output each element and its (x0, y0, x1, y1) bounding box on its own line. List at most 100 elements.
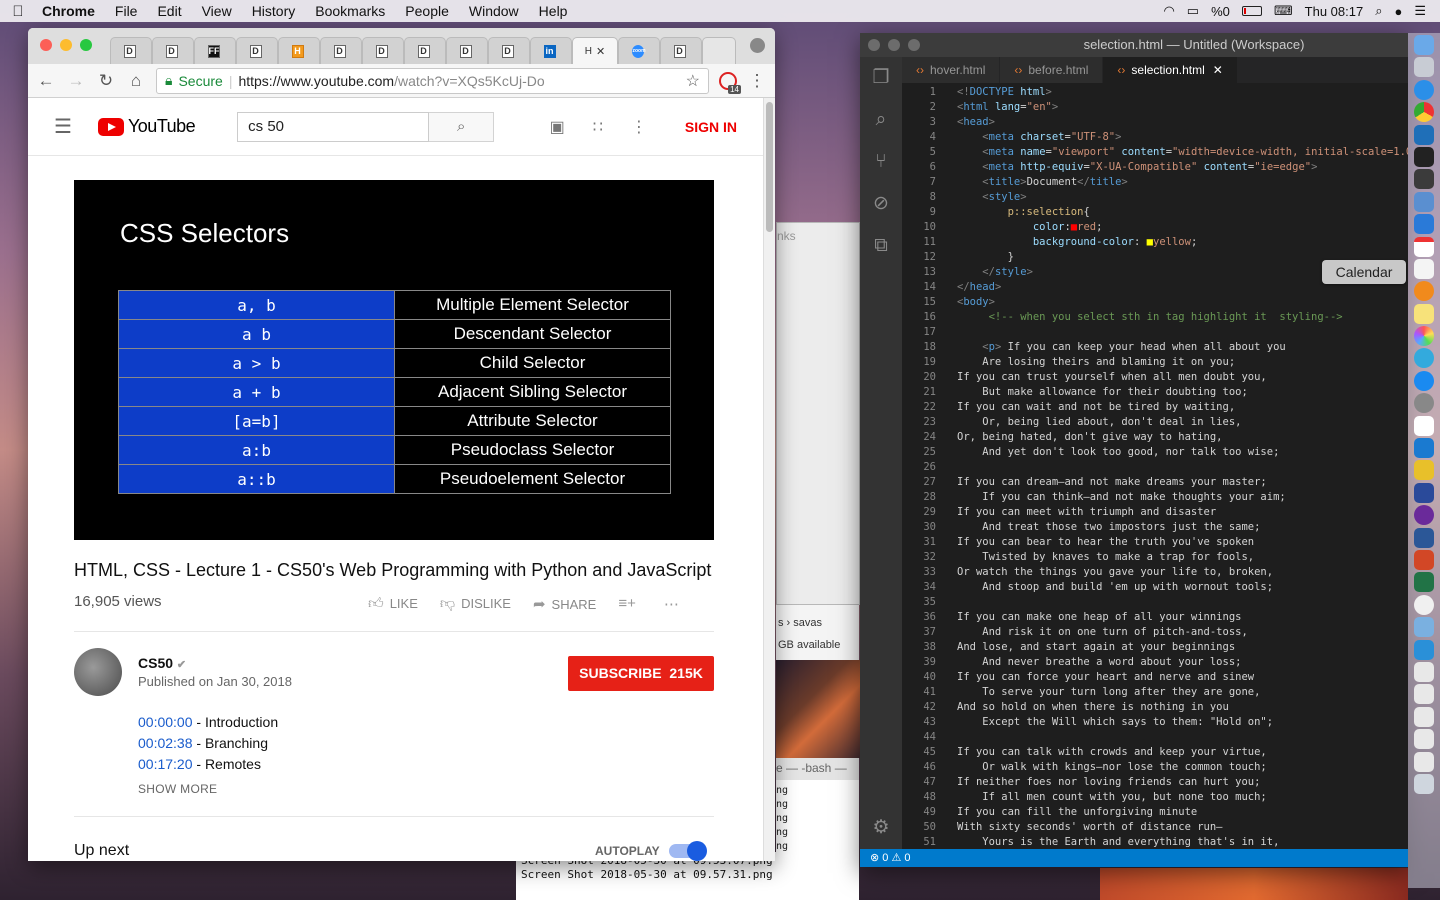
battery-percent[interactable]: %0 (1211, 4, 1230, 19)
menu-app-name[interactable]: Chrome (36, 3, 105, 19)
browser-tab[interactable]: D (236, 37, 278, 64)
chapter-timestamp[interactable]: 00:17:20 (138, 756, 193, 772)
document-icon[interactable] (1414, 729, 1434, 750)
document-icon[interactable] (1414, 661, 1434, 682)
minimize-window-button[interactable] (60, 39, 72, 51)
close-window-button[interactable] (40, 39, 52, 51)
like-button[interactable]: 👍︎ LIKE (368, 595, 418, 613)
chrome-icon[interactable] (1414, 102, 1434, 123)
notes-icon[interactable] (1414, 303, 1434, 324)
error-icon[interactable]: ⊗ (870, 852, 879, 864)
add-to-playlist-icon[interactable]: ≡+ (618, 595, 636, 613)
keyboard-icon[interactable]: ⌨ (1274, 3, 1293, 19)
hamburger-menu-icon[interactable]: ☰ (54, 114, 72, 139)
zoom-window-button[interactable] (908, 39, 920, 51)
menu-view[interactable]: View (192, 3, 242, 19)
browser-tab[interactable]: D (320, 37, 362, 64)
document-icon[interactable] (1414, 684, 1434, 705)
airplay-icon[interactable]: ▭ (1187, 3, 1199, 19)
menu-help[interactable]: Help (529, 3, 578, 19)
browser-tab[interactable]: FF (194, 37, 236, 64)
browser-tab[interactable]: D (404, 37, 446, 64)
close-tab-icon[interactable]: ✕ (1213, 63, 1223, 77)
page-scrollbar[interactable] (763, 98, 775, 861)
messages-icon[interactable] (1414, 348, 1434, 369)
editor-tab[interactable]: ‹› before.html (1000, 57, 1104, 83)
source-control-icon[interactable]: ⑂ (860, 141, 902, 183)
itunes-icon[interactable] (1414, 594, 1434, 615)
excel-icon[interactable] (1414, 572, 1434, 593)
siri-icon[interactable]: ● (1394, 4, 1402, 19)
back-icon[interactable]: ← (36, 71, 56, 91)
profile-icon[interactable] (750, 38, 765, 53)
channel-name[interactable]: CS50 ✔ (138, 655, 186, 671)
chrome-menu-icon[interactable]: ⋮ (747, 71, 767, 91)
document-icon[interactable] (1414, 706, 1434, 727)
document-icon[interactable] (1414, 751, 1434, 772)
extension-icon[interactable]: 14 (719, 71, 741, 94)
home-icon[interactable]: ⌂ (126, 71, 146, 91)
menu-edit[interactable]: Edit (147, 3, 191, 19)
close-window-button[interactable] (868, 39, 880, 51)
search-input[interactable]: cs 50 (237, 111, 430, 142)
more-actions-icon[interactable]: ⋯ (664, 595, 679, 613)
reload-icon[interactable]: ↻ (96, 71, 116, 91)
spotlight-search-icon[interactable]: ⌕ (1375, 3, 1382, 19)
finder-icon[interactable] (1414, 35, 1434, 55)
scrollbar-thumb[interactable] (766, 102, 773, 232)
warning-icon[interactable]: ⚠ (891, 852, 901, 864)
browser-tab[interactable]: D (660, 37, 702, 64)
system-preferences-icon[interactable] (1414, 393, 1434, 414)
browser-tab[interactable]: D (110, 37, 152, 64)
search-icon[interactable]: ⌕ (860, 99, 902, 141)
subscribe-button[interactable]: SUBSCRIBE 215K (568, 656, 714, 691)
terminal-icon[interactable] (1414, 146, 1434, 167)
debug-icon[interactable]: ⊘ (860, 183, 902, 225)
bookmark-star-icon[interactable]: ☆ (686, 71, 700, 91)
word-icon[interactable] (1414, 527, 1434, 548)
close-tab-icon[interactable]: ✕ (596, 45, 605, 58)
browser-tab[interactable]: D (446, 37, 488, 64)
github-icon[interactable] (1414, 505, 1434, 526)
autoplay-toggle[interactable] (669, 841, 707, 861)
app-icon[interactable] (1414, 214, 1434, 235)
apple-menu-icon[interactable]:  (0, 3, 36, 20)
vscode-icon[interactable] (1414, 124, 1434, 145)
upload-video-icon[interactable]: ▣ (550, 117, 565, 137)
share-button[interactable]: ➦ SHARE (533, 595, 596, 613)
channel-avatar[interactable] (74, 648, 122, 696)
app-icon[interactable] (1414, 281, 1434, 302)
search-button[interactable]: ⌕ (429, 111, 495, 142)
settings-gear-icon[interactable]: ⚙ (860, 807, 902, 849)
browser-tab[interactable]: D (152, 37, 194, 64)
app-icon[interactable] (1414, 460, 1434, 481)
address-bar[interactable]: 🔒︎ Secure | https://www.youtube.com/watc… (156, 67, 709, 94)
browser-tab[interactable]: in (530, 37, 572, 64)
browser-tab[interactable]: zoom (618, 37, 660, 64)
explorer-icon[interactable]: ❐ (860, 57, 902, 99)
code-editor[interactable]: 1 2 3 4 5 6 7 8 9 10 11 12 13 14 15 16 17 18 19 20 21 22 23 24 2… (902, 83, 1408, 849)
browser-tab[interactable]: H (278, 37, 320, 64)
notification-center-icon[interactable]: ☰ (1414, 3, 1426, 19)
calendar-icon[interactable] (1414, 236, 1434, 257)
new-tab-button[interactable] (702, 37, 736, 64)
show-more-button[interactable]: SHOW MORE (138, 782, 217, 796)
app-icon[interactable] (1414, 169, 1434, 190)
app-icon[interactable] (1414, 617, 1434, 638)
more-options-icon[interactable]: ⋮ (631, 117, 647, 137)
browser-tab[interactable]: D (362, 37, 404, 64)
menu-file[interactable]: File (105, 3, 148, 19)
editor-tab-active[interactable]: ‹› selection.html ✕ (1103, 57, 1238, 83)
menu-people[interactable]: People (395, 3, 459, 19)
app-icon[interactable] (1414, 438, 1434, 459)
clock[interactable]: Thu 08:17 (1305, 4, 1364, 19)
wifi-icon[interactable]: ◠ (1163, 3, 1174, 19)
safari-icon[interactable] (1414, 79, 1434, 100)
menu-window[interactable]: Window (459, 3, 529, 19)
forward-icon[interactable]: → (66, 71, 86, 91)
reminders-icon[interactable] (1414, 258, 1434, 279)
battery-icon[interactable] (1241, 6, 1262, 16)
preview-icon[interactable] (1414, 191, 1434, 212)
photos-icon[interactable] (1414, 326, 1434, 347)
numbers-icon[interactable] (1414, 415, 1434, 436)
